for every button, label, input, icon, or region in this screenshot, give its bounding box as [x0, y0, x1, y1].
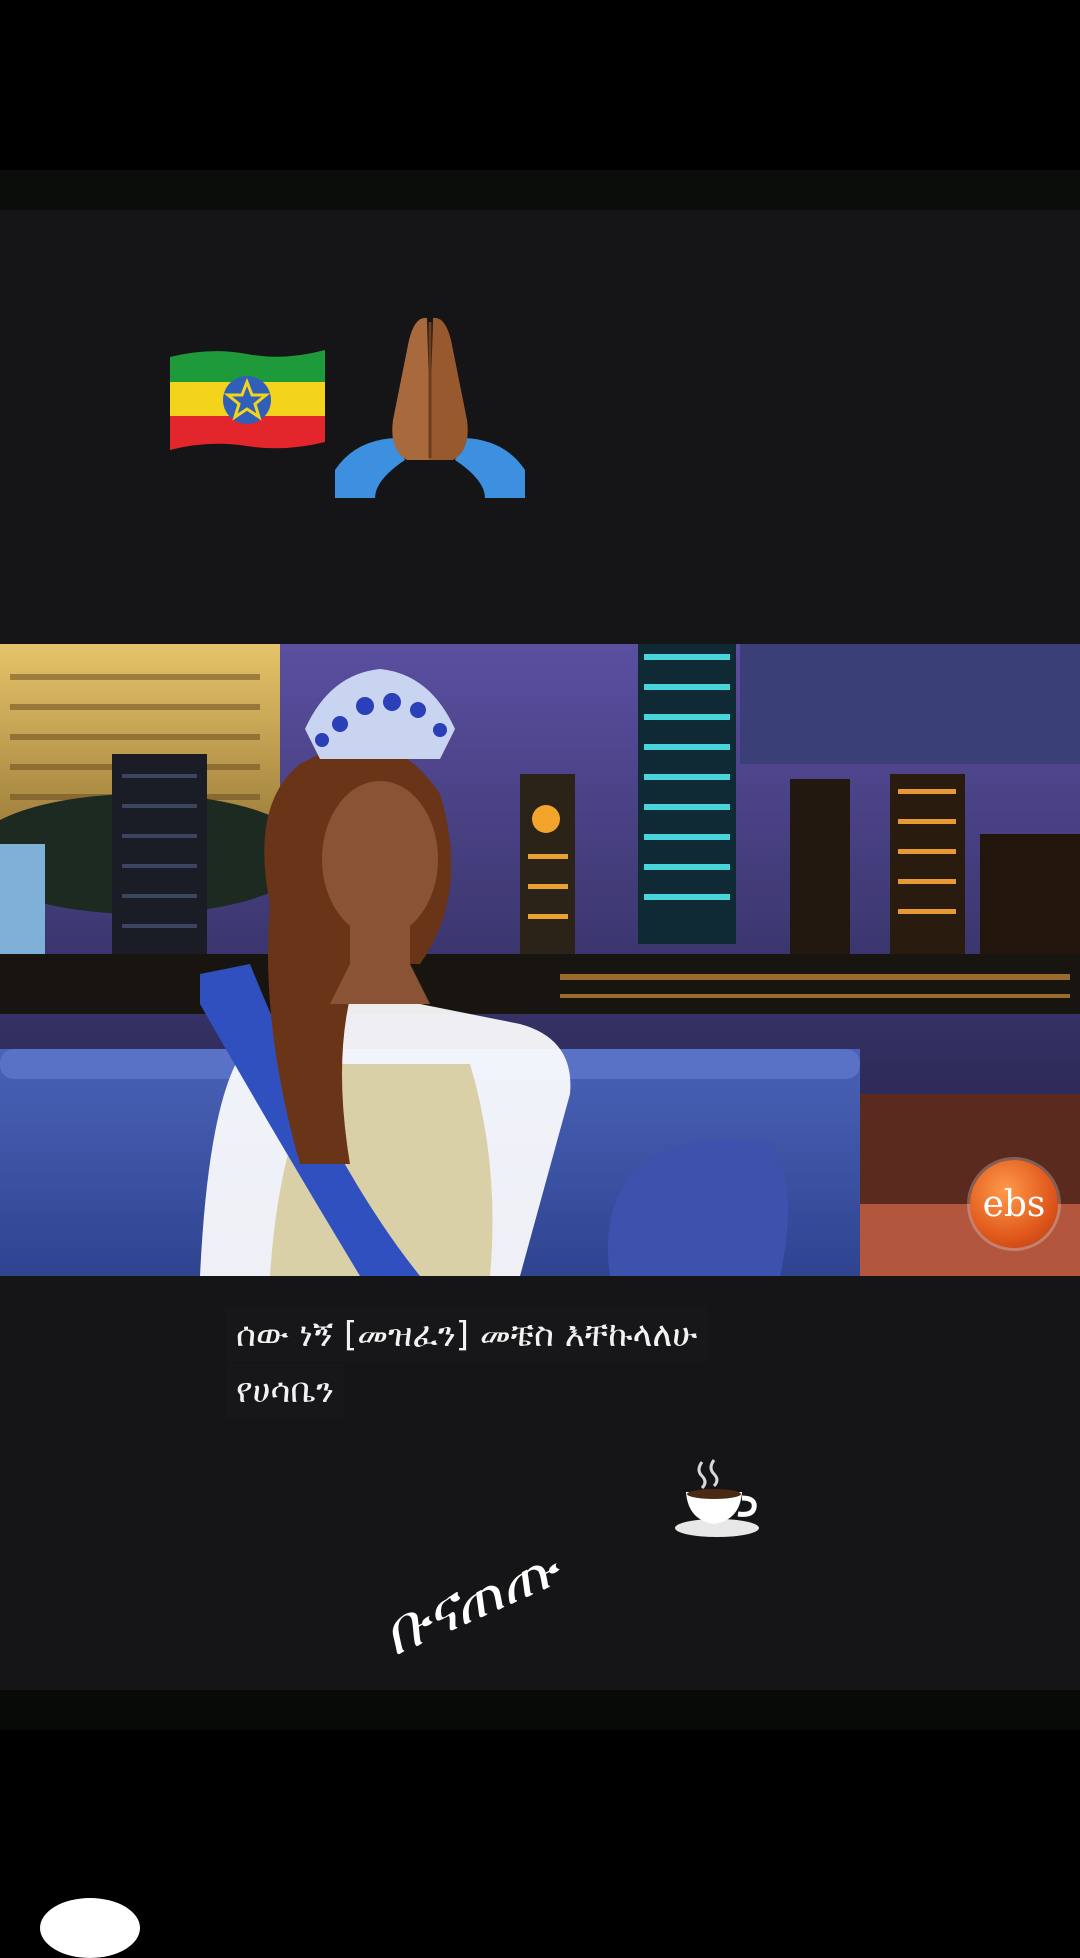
hot-beverage-icon	[675, 1459, 759, 1537]
channel-logo: ebs	[970, 1160, 1058, 1248]
top-divider	[0, 170, 1080, 210]
bottom-divider	[0, 1690, 1080, 1730]
home-indicator[interactable]	[40, 1898, 140, 1958]
top-letterbox	[0, 0, 1080, 170]
tv-scene	[0, 644, 1080, 1276]
folded-hands-icon	[335, 317, 525, 498]
bottom-letterbox	[0, 1730, 1080, 1920]
video-frame[interactable]	[0, 644, 1080, 1276]
ethiopia-flag-icon	[170, 350, 325, 450]
subtitle-line-1: ሰው ነኝ [መዝፈን] መቼስ እቸኩላለሁ	[226, 1308, 708, 1362]
subtitle-line-2: የሀሳቤን	[226, 1364, 344, 1418]
